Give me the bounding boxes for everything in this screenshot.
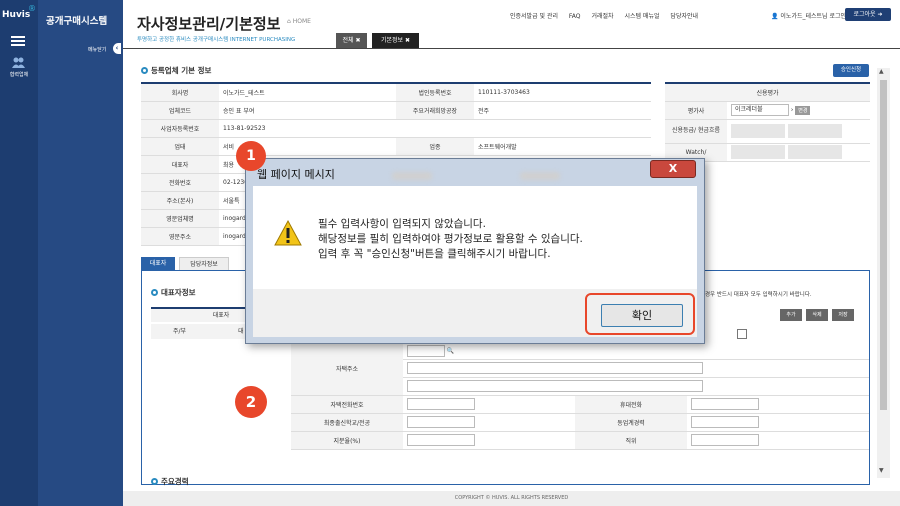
watch-box-2 [788,145,842,159]
person-icon: 👤 [771,13,779,20]
home-phone-input[interactable] [407,398,475,410]
table-row: 사업자등록번호 113-81-92523 [141,119,651,138]
blurred-text [520,172,560,180]
blurred-text [392,172,432,180]
section-title-career: 주요경력 [151,476,189,487]
nav-cert[interactable]: 인증서발급 및 관리 [510,13,558,20]
ring-bullet-icon [151,478,158,485]
scrollbar-thumb[interactable] [880,80,887,410]
scroll-down-arrow-icon[interactable]: ▼ [879,467,884,474]
chevron-left-icon[interactable]: ‹ [113,43,121,54]
user-name: 이노가드_테스트님 로그인중 [780,13,852,20]
delete-button[interactable]: 삭제 [806,309,828,321]
step-badge-1: 1 [236,141,266,171]
position-input[interactable] [691,434,759,446]
school-input[interactable] [407,416,475,428]
dialog-close-button[interactable]: X [650,160,696,178]
dialog-title: 웹 페이지 메시지 [257,168,335,181]
table-row: 업태 서비 업종 소프트웨어개발 [141,137,651,156]
system-name: 공개구매시스템 [46,16,108,27]
side-navigation: 공개구매시스템 메뉴닫기 ‹ [38,0,123,506]
warning-icon [274,219,302,246]
section-title-company-info: 등록업체 기본 정보 [141,65,211,76]
top-nav: 인증서발급 및 관리 FAQ 거래절차 시스템 매뉴얼 담당자안내 [510,11,707,20]
logo-registered-mark: ® [28,4,36,13]
step-badge-2: 2 [235,386,267,418]
search-icon[interactable]: 🔍 [447,347,454,354]
grade-label: 신용등급/ 현금흐름 [665,119,727,144]
ring-bullet-icon [141,67,148,74]
left-icon-bar: Huvis ® 협력업체 [0,0,38,506]
page-title: 자사정보관리/기본정보 [137,15,281,33]
mobile-input[interactable] [691,398,759,410]
home-address-label: 자택주소 [291,343,403,396]
header-divider [123,48,900,49]
home-breadcrumb[interactable]: ⌂ HOME [287,18,311,25]
grade-box [731,124,785,138]
credit-rating-table: 신용평가 평가사 이크레더블 › 변경 신용등급/ 현금흐름 Watch/ [665,82,870,162]
dialog-message-line3: 입력 후 꼭 "승인신청"버튼을 클릭해주시기 바랍니다. [318,248,551,260]
address-line1-input[interactable] [407,362,703,374]
table-row: 업체코드 승인 표 부여 주요거래희망공장 전주 [141,101,651,120]
nav-faq[interactable]: FAQ [569,13,581,20]
zipcode-input[interactable] [407,344,445,357]
logout-button[interactable]: 로그아웃 ➜ [845,8,891,21]
watch-box [731,145,785,159]
dialog-message-line2: 해당정보를 필히 입력하여야 평가정보로 활용할 수 있습니다. [318,233,583,245]
home-phone-label: 자택전화번호 [291,395,403,414]
hamburger-menu-icon[interactable] [11,36,25,46]
tab-manager-info[interactable]: 담당자정보 [179,257,229,271]
nav-procedure[interactable]: 거래절차 [591,13,613,20]
ownership-label: 지분율(%) [291,431,403,450]
close-icon[interactable]: ✖ [405,37,410,44]
tab-representative[interactable]: 대표자 [141,257,175,271]
ring-bullet-icon [151,289,158,296]
agency-field: 이크레더블 [731,104,789,116]
scroll-up-arrow-icon[interactable]: ▲ [879,68,884,75]
footer-copyright: COPYRIGHT © HUVIS. ALL RIGHTS RESERVED [123,491,900,506]
change-agency-button[interactable]: 변경 [795,105,811,115]
ownership-input[interactable] [407,434,475,446]
representative-detail-form: 자택주소 🔍 자택전화번호 휴대전화 최종출신학교/전공 동업계경력 지분율(%) 직… [291,343,869,450]
dialog-message-line1: 필수 입력사항이 입력되지 않았습니다. [318,218,486,230]
mobile-label: 휴대전화 [575,395,687,414]
school-label: 최종출신학교/전공 [291,413,403,432]
tagline: 투명하고 공정한 휴비스 공개구매시스템 INTERNET PURCHASING [137,37,296,43]
nav-contact[interactable]: 담당자안내 [670,13,698,20]
nav-manual[interactable]: 시스템 매뉴얼 [624,13,659,20]
home-label[interactable]: HOME [293,18,311,25]
cashflow-box [788,124,842,138]
dialog-message: 필수 입력사항이 입력되지 않았습니다. 해당정보를 필히 입력하여야 평가정보… [318,217,583,262]
partner-users-label[interactable]: 협력업체 [0,71,38,78]
menu-hide-label[interactable]: 메뉴닫기 [88,46,106,53]
representative-note: 경우 반드시 대표자 모두 입력하시기 바랍니다. [705,292,812,298]
position-label: 직위 [575,431,687,450]
experience-input[interactable] [691,416,759,428]
user-status: 👤 이노가드_테스트님 로그인중 [771,11,852,20]
huvis-logo[interactable]: Huvis [2,10,30,20]
chevron-right-icon: › [790,106,794,114]
tab-basic-info[interactable]: 기본정보 ✖ [372,33,419,48]
agency-label: 평가사 [665,101,727,120]
credit-header: 신용평가 [665,83,870,102]
section-title-representative: 대표자정보 [151,287,196,298]
approve-request-button[interactable]: 승인신청 [833,64,869,77]
save-button[interactable]: 저장 [832,309,854,321]
close-icon[interactable]: ✖ [355,37,360,44]
address-line2-input[interactable] [407,380,703,392]
add-button[interactable]: 추가 [780,309,802,321]
calendar-icon[interactable] [737,329,747,339]
experience-label: 동업계경력 [575,413,687,432]
partner-users-icon[interactable] [12,57,25,68]
tab-all[interactable]: 전체 ✖ [336,33,367,48]
table-row: 회사명 이노가드_테스트 법인등록번호 110111-3703463 [141,83,651,102]
ok-button-highlight [585,293,695,335]
